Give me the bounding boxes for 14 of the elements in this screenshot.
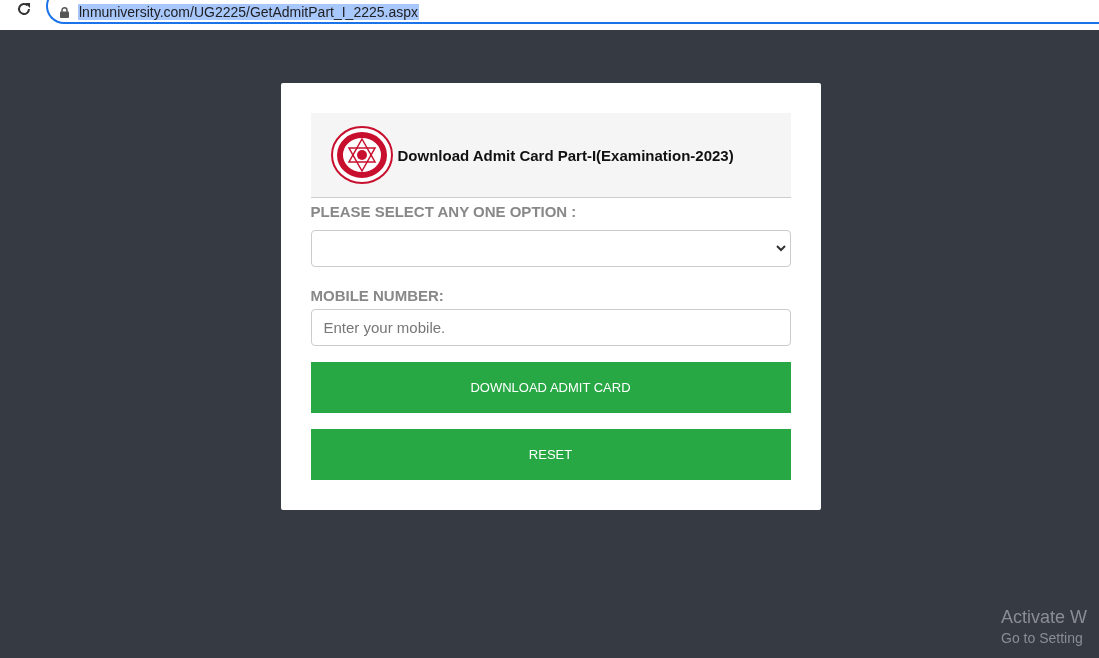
chevron-down-icon bbox=[775, 245, 786, 252]
university-seal-icon bbox=[330, 126, 393, 184]
activation-notice-title: Activate W bbox=[1001, 607, 1089, 628]
url-text: lnmuniversity.com/UG2225/GetAdmitPart_I_2225.aspx bbox=[78, 4, 419, 20]
activation-notice-text: Go to Setting bbox=[1001, 630, 1084, 646]
mobile-label: MOBILE NUMBER: bbox=[310, 287, 445, 306]
page-title: Download Admit Card Part-I(Examination-2023) bbox=[397, 146, 734, 164]
address-bar[interactable]: lnmuniversity.com/UG2225/GetAdmitPart_I_2225.aspx bbox=[46, 0, 1099, 24]
download-button[interactable]: DOWNLOAD ADMIT CARD bbox=[310, 362, 791, 413]
reset-button[interactable]: RESET bbox=[310, 429, 791, 480]
lock-icon bbox=[60, 6, 69, 18]
mobile-input-field[interactable]: Enter your mobile. bbox=[310, 309, 791, 346]
reload-icon[interactable] bbox=[16, 1, 32, 17]
option-label: PLEASE SELECT ANY ONE OPTION : bbox=[310, 203, 578, 222]
